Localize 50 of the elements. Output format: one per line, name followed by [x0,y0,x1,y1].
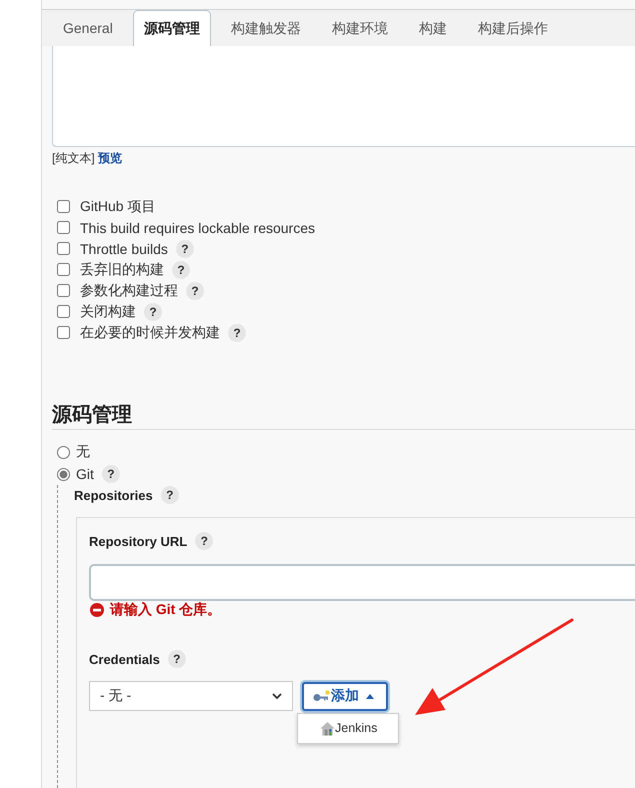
radio-label: Git [76,466,94,482]
checkbox[interactable] [57,221,70,234]
tab[interactable]: General [52,10,124,46]
checkbox[interactable] [57,263,70,276]
option-label: 参数化构建过程 [80,282,178,300]
radio-button[interactable] [57,468,70,480]
key-icon [313,690,330,702]
checkbox[interactable] [57,242,70,255]
error-message: 请输入 Git 仓库。 [110,601,222,619]
caret-icon [366,694,374,698]
url-field[interactable] [89,564,635,601]
field-label: Credentials [89,652,160,666]
help-button[interactable]: ? [172,260,190,278]
preview-link[interactable]: 预览 [98,151,122,165]
menu-item[interactable]: Jenkins [320,720,378,736]
help-button[interactable]: ? [144,302,162,320]
section-heading: 源码管理 [52,401,635,430]
option-label: GitHub 项目 [80,198,156,216]
help-button[interactable]: ? [102,465,120,483]
option-label: Throttle builds [80,240,168,256]
tab[interactable]: 构建环境 [320,10,399,46]
help-button[interactable]: ? [160,486,179,504]
option-label: 关闭构建 [80,302,136,320]
tab[interactable]: 构建触发器 [220,10,312,46]
option-label: 丢弃旧的构建 [80,260,164,278]
help-button[interactable]: ? [176,240,194,258]
checkbox[interactable] [57,326,70,339]
format-label: [纯文本] [52,151,95,165]
tab[interactable]: 构建 [408,10,458,46]
checkbox[interactable] [57,305,70,318]
checkbox[interactable] [57,284,70,297]
tab[interactable]: 源码管理 [132,10,211,46]
error-icon [90,603,104,617]
credentials-select[interactable]: - 无 - [89,681,293,711]
checkbox[interactable] [57,200,70,213]
field-label: Repository URL [89,534,188,548]
add-button[interactable]: 添加 [302,682,388,710]
help-button[interactable]: ? [195,532,214,550]
option-label: 在必要的时候并发构建 [80,324,220,342]
description-field[interactable] [52,46,635,147]
help-button[interactable]: ? [228,324,246,342]
radio-label: 无 [76,443,90,461]
field-label: Repositories [74,488,153,502]
tab[interactable]: 构建后操作 [466,10,559,46]
radio-button[interactable] [57,446,70,458]
chevron-icon [272,693,282,699]
help-button[interactable]: ? [168,650,186,668]
help-button[interactable]: ? [186,282,204,300]
option-label: This build requires lockable resources [80,220,315,236]
house-icon [320,720,335,736]
